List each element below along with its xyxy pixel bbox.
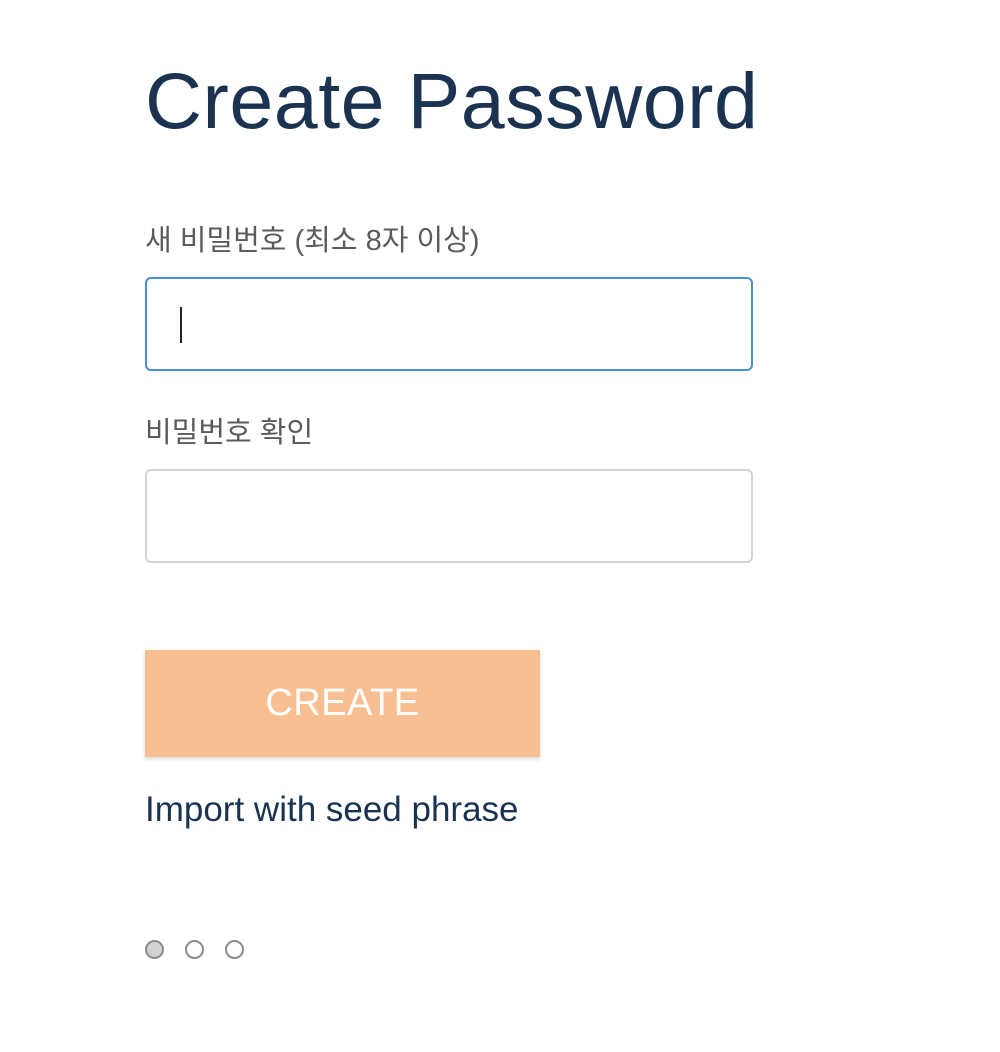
create-button[interactable]: CREATE xyxy=(145,650,540,757)
new-password-input[interactable] xyxy=(147,279,751,369)
pagination-dot-2[interactable] xyxy=(185,940,204,959)
new-password-field-box[interactable] xyxy=(145,277,753,371)
pagination-dot-1[interactable] xyxy=(145,940,164,959)
confirm-password-label: 비밀번호 확인 xyxy=(145,417,314,449)
import-with-seed-phrase-link[interactable]: Import with seed phrase xyxy=(145,789,519,831)
text-caret xyxy=(180,307,182,343)
pagination-dot-3[interactable] xyxy=(225,940,244,959)
confirm-password-input[interactable] xyxy=(147,471,751,561)
confirm-password-field-box[interactable] xyxy=(145,469,753,563)
new-password-label: 새 비밀번호 (최소 8자 이상) xyxy=(145,225,480,257)
page-title: Create Password xyxy=(145,56,759,145)
